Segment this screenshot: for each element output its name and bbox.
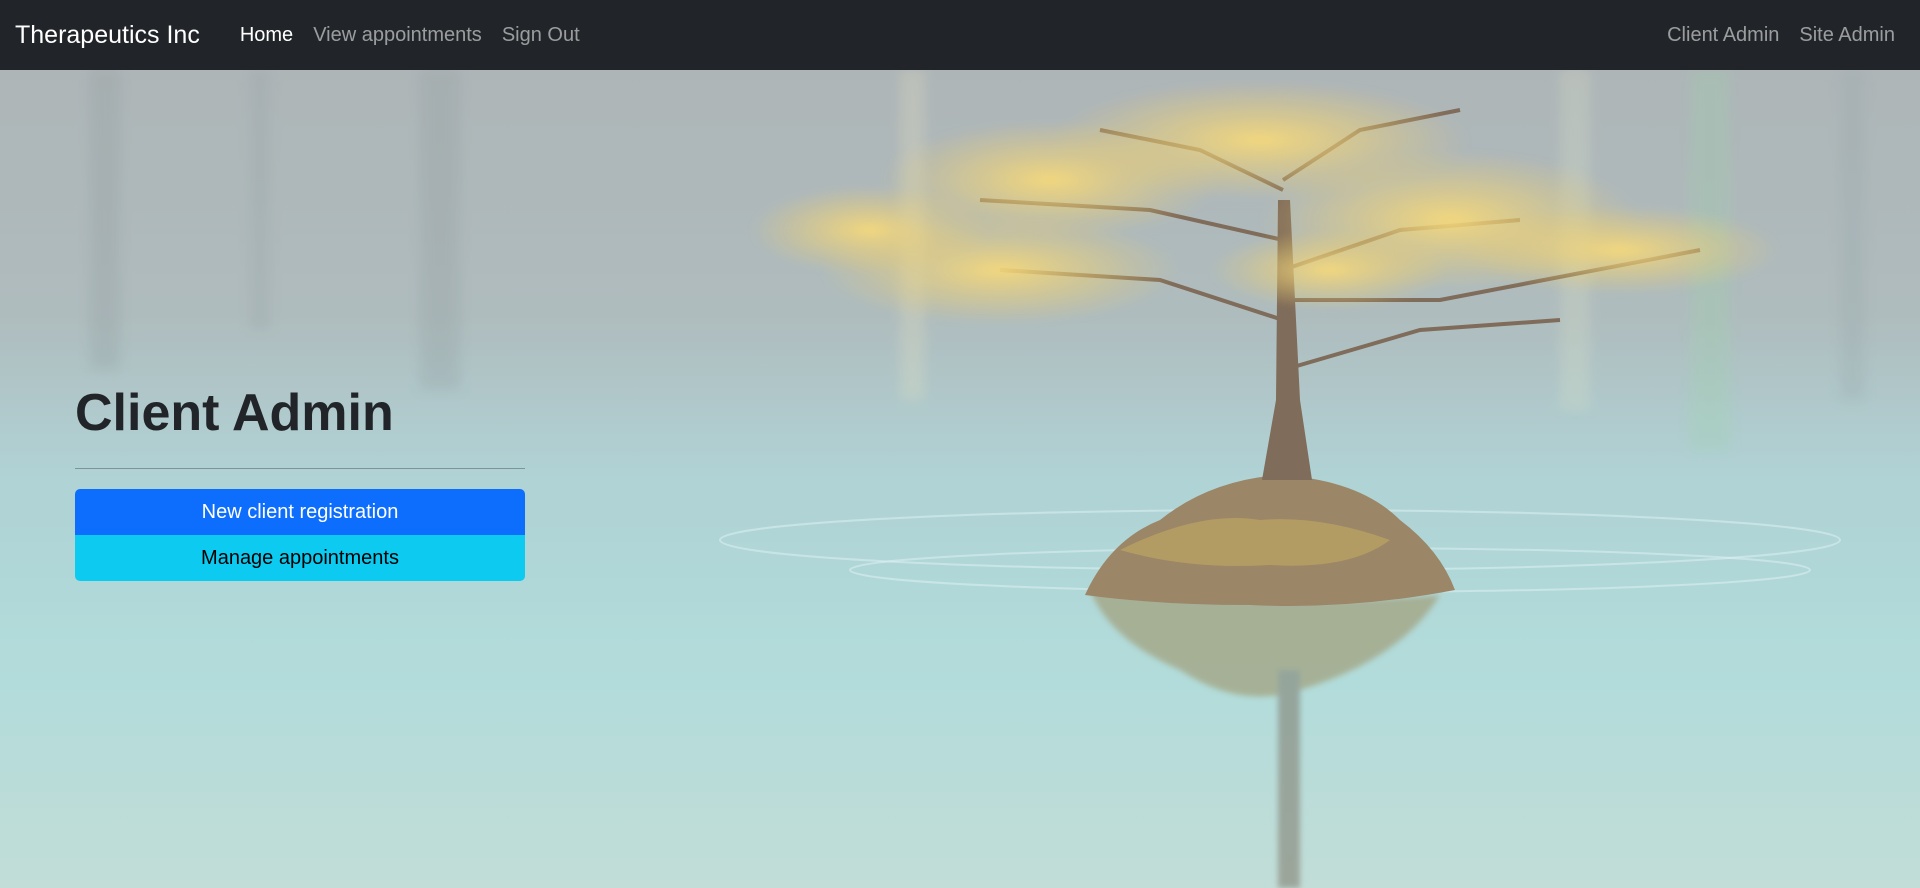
nav-link-home[interactable]: Home xyxy=(230,24,303,47)
action-button-group: New client registration Manage appointme… xyxy=(75,489,525,581)
nav-link-client-admin[interactable]: Client Admin xyxy=(1657,24,1789,47)
nav-link-site-admin[interactable]: Site Admin xyxy=(1789,24,1905,47)
client-admin-panel: Client Admin New client registration Man… xyxy=(75,382,525,581)
nav-right: Client Admin Site Admin xyxy=(1657,24,1905,47)
new-client-registration-button[interactable]: New client registration xyxy=(75,489,525,535)
top-navbar: Therapeutics Inc Home View appointments … xyxy=(0,0,1920,70)
nav-left: Home View appointments Sign Out xyxy=(230,24,590,47)
brand-link[interactable]: Therapeutics Inc xyxy=(15,21,200,50)
nav-link-view-appointments[interactable]: View appointments xyxy=(303,24,492,47)
manage-appointments-button[interactable]: Manage appointments xyxy=(75,535,525,581)
title-divider xyxy=(75,468,525,469)
nav-link-sign-out[interactable]: Sign Out xyxy=(492,24,590,47)
hero-background: Client Admin New client registration Man… xyxy=(0,70,1920,888)
page-title: Client Admin xyxy=(75,384,394,442)
